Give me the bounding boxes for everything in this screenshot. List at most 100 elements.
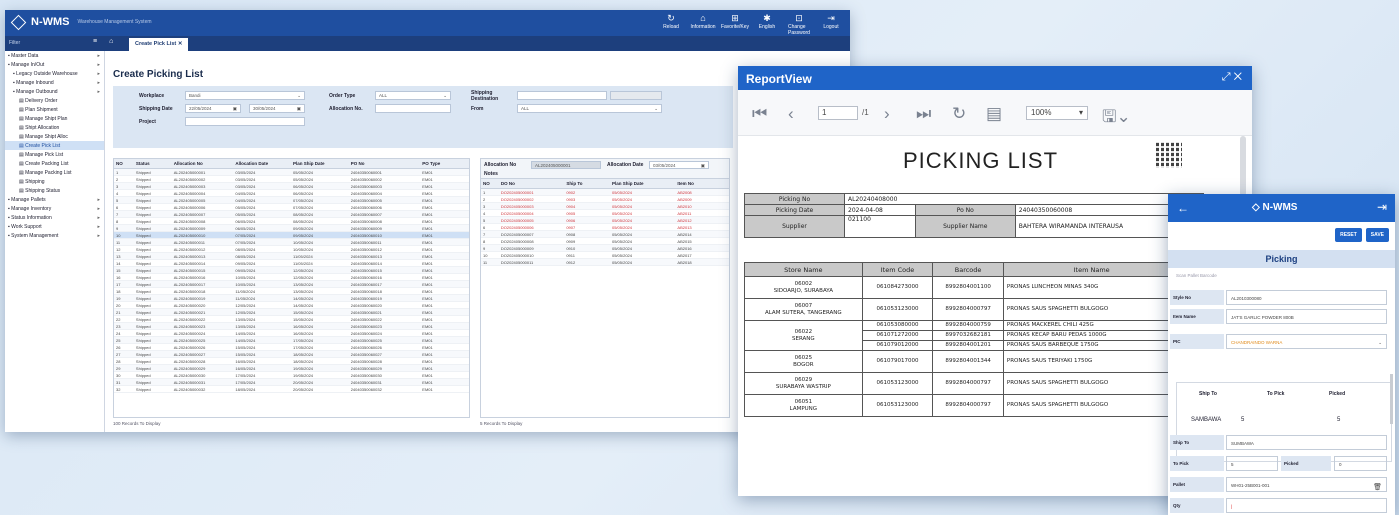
page-number-input[interactable]: 1: [818, 106, 858, 120]
table-row[interactable]: 6 Shipped AL202405000006 05/05/2024 07/05/20…: [114, 204, 469, 211]
sidebar-item[interactable]: ▪ Master Data ▸: [5, 51, 104, 60]
header-button-home[interactable]: ⌂ Information: [691, 13, 716, 36]
zoom-select[interactable]: 100% ▾: [1026, 106, 1088, 120]
qty-input[interactable]: |: [1226, 498, 1387, 513]
column-header[interactable]: Allocation Date: [233, 159, 291, 168]
header-button-logout[interactable]: ⇥ Logout: [820, 13, 842, 36]
detail-alloc-date-field[interactable]: 03/05/2024 ▣: [649, 161, 709, 169]
table-row[interactable]: 11 Shipped AL202405000011 07/05/2024 10/05/2…: [114, 239, 469, 246]
table-row[interactable]: 2 Shipped AL202405000002 03/05/2024 05/05/20…: [114, 176, 469, 183]
sidebar-item[interactable]: ▤ Create Packing List: [5, 159, 104, 168]
sidebar-item[interactable]: ▤ Manage Packing List: [5, 168, 104, 177]
column-header[interactable]: NO: [114, 159, 134, 168]
table-row[interactable]: 24 Shipped AL202405000024 14/05/2024 16/05/2…: [114, 330, 469, 337]
last-page-icon[interactable]: ⏭: [916, 104, 931, 124]
table-row[interactable]: 14 Shipped AL202405000014 09/05/2024 11/05/2…: [114, 260, 469, 267]
sidebar-item[interactable]: ▪ Manage In/Out ▸: [5, 60, 104, 69]
column-header[interactable]: Item No: [675, 179, 729, 188]
sidebar-item[interactable]: ▪ Manage Inbound ▸: [5, 78, 104, 87]
table-row[interactable]: 16 Shipped AL202405000016 10/05/2024 12/05/2…: [114, 274, 469, 281]
sidebar-item[interactable]: ▪ Status Information ▸: [5, 213, 104, 222]
table-row[interactable]: 7 Shipped AL202405000007 05/05/2024 08/05/20…: [114, 211, 469, 218]
table-row[interactable]: 29 Shipped AL202405000029 16/05/2024 19/05/2…: [114, 365, 469, 372]
project-input[interactable]: [185, 117, 305, 126]
table-row[interactable]: 5 DO202405000005 0906 05/05/2024 AB2012: [481, 217, 729, 224]
table-row[interactable]: 4 DO202405000004 0905 05/05/2024 AB2011: [481, 210, 729, 217]
home-tab-icon[interactable]: ⌂: [109, 38, 113, 45]
table-row[interactable]: 3 DO202405000003 0904 05/05/2024 AB2010: [481, 203, 729, 210]
to-pick-field[interactable]: 5: [1226, 456, 1278, 471]
item-name-field[interactable]: JAT'S GARLIC POWDER 800B: [1226, 309, 1387, 324]
trash-icon[interactable]: 🗑: [1373, 483, 1382, 491]
sidebar-item[interactable]: ▤ Create Pick List: [5, 141, 104, 150]
warehouse-select[interactable]: Bandi ⌄: [185, 91, 305, 100]
header-button-lock[interactable]: ⊡ Change Password: [788, 13, 810, 36]
allocation-input[interactable]: [375, 104, 451, 113]
table-row[interactable]: 6 DO202405000006 0907 05/05/2024 AB2013: [481, 224, 729, 231]
column-header[interactable]: Plan Ship Date: [610, 179, 675, 188]
sidebar-item[interactable]: ▪ Legacy Outside Warehouse ▸: [5, 69, 104, 78]
sidebar-item[interactable]: ▤ Manage Shipt Alloc: [5, 132, 104, 141]
table-row[interactable]: 27 Shipped AL202405000027 15/05/2024 18/05/2…: [114, 351, 469, 358]
calendar-icon[interactable]: ▣: [233, 106, 237, 112]
calendar-icon[interactable]: ▣: [701, 163, 705, 168]
column-header[interactable]: Ship To: [564, 179, 610, 188]
sidebar-item[interactable]: ▪ Manage Pallets ▸: [5, 195, 104, 204]
table-row[interactable]: 30 Shipped AL202405000030 17/05/2024 19/05/2…: [114, 372, 469, 379]
table-row[interactable]: 4 Shipped AL202405000004 04/05/2024 06/05/20…: [114, 190, 469, 197]
save-button[interactable]: SAVE: [1365, 228, 1389, 242]
tab-create-pick-list[interactable]: Create Pick List ✕: [129, 38, 189, 51]
refresh-icon[interactable]: ↻: [952, 104, 966, 124]
table-row[interactable]: 25 Shipped AL202405000025 14/05/2024 17/05/2…: [114, 337, 469, 344]
date-to-input[interactable]: 30/05/2024 ▣: [249, 104, 305, 113]
sidebar-item[interactable]: ▤ Shipping: [5, 177, 104, 186]
header-button-grid[interactable]: ⊞ Favorite/Key: [721, 13, 749, 36]
export-icon[interactable]: 🖫⌄: [1102, 104, 1131, 133]
table-row[interactable]: 10 DO202405000010 0911 05/05/2024 AB2017: [481, 252, 729, 259]
table-row[interactable]: 8 DO202405000008 0909 05/05/2024 AB2015: [481, 238, 729, 245]
reset-button[interactable]: RESET: [1335, 228, 1362, 242]
sidebar-item[interactable]: ▤ Shipt Allocation: [5, 123, 104, 132]
column-header[interactable]: PO Type: [420, 159, 469, 168]
table-row[interactable]: 19 Shipped AL202405000019 11/05/2024 14/05/2…: [114, 295, 469, 302]
table-row[interactable]: 2 DO202405000002 0903 05/05/2024 AB2009: [481, 196, 729, 203]
expand-icon[interactable]: ⤢: [1222, 71, 1231, 83]
destination-lookup-button[interactable]: [610, 91, 662, 100]
date-from-input[interactable]: 22/05/2024 ▣: [185, 104, 241, 113]
pic-select[interactable]: CHANDRAINDO WARNA ⌄: [1226, 334, 1387, 349]
close-icon[interactable]: ✕: [1234, 71, 1242, 83]
sidebar-item[interactable]: ▤ Plan Shipment: [5, 105, 104, 114]
from-select[interactable]: ALL ⌄: [517, 104, 662, 113]
table-row[interactable]: 9 DO202405000009 0910 05/05/2024 AB2016: [481, 245, 729, 252]
table-row[interactable]: 10 Shipped AL202405000010 07/05/2024 09/05/2…: [114, 232, 469, 239]
sidebar-item[interactable]: ▪ Work Support ▸: [5, 222, 104, 231]
first-page-icon[interactable]: ⏮: [752, 104, 767, 124]
close-icon[interactable]: ✕: [178, 41, 183, 47]
table-row[interactable]: 17 Shipped AL202405000017 10/05/2024 13/05/2…: [114, 281, 469, 288]
order-type-select[interactable]: ALL ⌄: [375, 91, 451, 100]
table-row[interactable]: 9 Shipped AL202405000009 06/05/2024 09/05/20…: [114, 225, 469, 232]
mobile-scrollbar[interactable]: [1390, 374, 1393, 424]
picked-field[interactable]: 0: [1334, 456, 1387, 471]
table-row[interactable]: 1 Shipped AL202405000001 03/05/2024 05/05/20…: [114, 169, 469, 176]
header-button-settings[interactable]: ✱ English: [756, 13, 778, 36]
report-scrollbar[interactable]: [1240, 136, 1246, 196]
table-row[interactable]: 31 Shipped AL202405000031 17/05/2024 20/05/2…: [114, 379, 469, 386]
prev-page-icon[interactable]: ‹: [788, 104, 794, 124]
shipping-destination-input[interactable]: [517, 91, 607, 100]
table-row[interactable]: 1 DO202405000001 0902 05/05/2024 AB2008: [481, 189, 729, 196]
column-header[interactable]: Allocation No: [172, 159, 234, 168]
header-button-refresh[interactable]: ↻ Reload: [660, 13, 682, 36]
table-row[interactable]: 3 Shipped AL202405000003 03/05/2024 06/05/20…: [114, 183, 469, 190]
sidebar-item[interactable]: ▪ Manage Inventory ▸: [5, 204, 104, 213]
next-page-icon[interactable]: ›: [884, 104, 890, 124]
table-row[interactable]: 32 Shipped AL202405000032 18/05/2024 20/05/2…: [114, 386, 469, 393]
pallet-field[interactable]: WH01-25B001-001 🗑: [1226, 477, 1387, 492]
sidebar-item[interactable]: ▪ Manage Outbound ▸: [5, 87, 104, 96]
exit-icon[interactable]: ⇥: [1377, 200, 1387, 214]
ship-to-field[interactable]: SUMBAWA: [1226, 435, 1387, 450]
table-row[interactable]: 13 Shipped AL202405000013 08/05/2024 11/05/2…: [114, 253, 469, 260]
table-row[interactable]: 12 Shipped AL202405000012 08/05/2024 10/05/2…: [114, 246, 469, 253]
calendar-icon[interactable]: ▣: [297, 106, 301, 112]
column-header[interactable]: PO No: [349, 159, 421, 168]
